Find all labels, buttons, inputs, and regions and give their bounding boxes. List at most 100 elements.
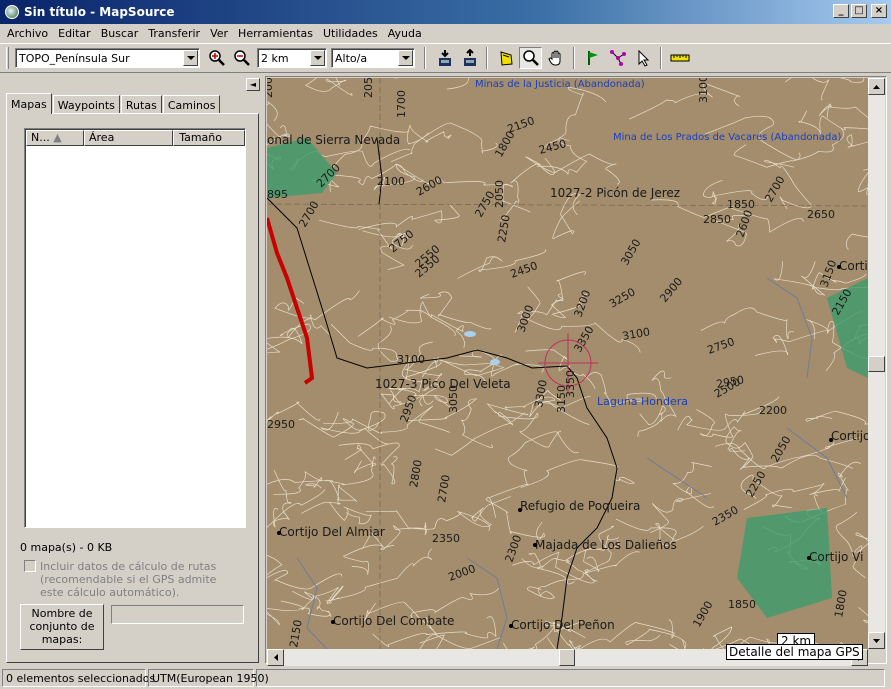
receive-from-device-button[interactable] xyxy=(432,47,455,69)
map-place-label: Corti xyxy=(839,259,868,273)
zoom-out-button[interactable] xyxy=(230,47,253,69)
zoom-level-value: 2 km xyxy=(261,51,289,65)
detail-select[interactable]: Alto/a xyxy=(331,48,415,68)
receive-from-device-icon xyxy=(438,50,451,66)
routing-data-label: Incluir datos de cálculo de rutas (recom… xyxy=(40,560,217,599)
elevation-label: 3350 xyxy=(564,370,577,398)
status-bar: 0 elementos seleccionados UTM(European 1… xyxy=(0,667,891,689)
ruler-icon xyxy=(670,54,689,62)
select-tool-button[interactable] xyxy=(631,47,654,69)
map-place-label: Majada de Los Dalieños xyxy=(535,538,677,552)
menu-editar[interactable]: Editar xyxy=(53,27,96,40)
elevation-label: 1700 xyxy=(395,90,408,118)
panel-tabs: Mapas Waypoints Rutas Caminos xyxy=(6,93,221,114)
elevation-label: 2100 xyxy=(377,175,405,188)
routing-data-checkbox[interactable] xyxy=(24,560,36,572)
hand-icon xyxy=(547,50,560,66)
menu-ver[interactable]: Ver xyxy=(205,27,233,40)
magnifier-icon xyxy=(522,50,539,66)
map-place-label: Cortijo Del Peñon xyxy=(511,618,615,632)
elevation-label: 895 xyxy=(267,188,288,201)
chevron-down-icon[interactable] xyxy=(183,50,198,66)
menu-bar: Archivo Editar Buscar Transferir Ver Her… xyxy=(0,24,891,42)
map-vertical-scrollbar[interactable] xyxy=(868,78,885,649)
toolbar-separator xyxy=(660,47,662,69)
map-place-label: Cortijo xyxy=(831,429,868,443)
map-place-label: onal de Sierra Nevada xyxy=(267,133,400,147)
menu-utilidades[interactable]: Utilidades xyxy=(318,27,383,40)
map-place-label: Mina de Los Prados de Vacares (Abandonad… xyxy=(613,132,841,143)
map-place-label: 1027-2 Picón de Jerez xyxy=(550,186,680,200)
scroll-up-button[interactable] xyxy=(868,78,885,95)
arrow-down-icon xyxy=(873,638,880,643)
close-button[interactable]: × xyxy=(871,4,887,18)
menu-transferir[interactable]: Transferir xyxy=(143,27,205,40)
map-tool-icon xyxy=(499,51,513,66)
toolbar-separator xyxy=(486,47,488,69)
selection-status: 0 elementos seleccionados xyxy=(2,669,155,687)
panel-collapse-button[interactable]: ◄ xyxy=(246,78,260,91)
column-header-name[interactable]: N... ▲ xyxy=(26,130,84,146)
flag-icon xyxy=(587,51,598,65)
arrow-up-icon xyxy=(873,84,880,89)
toolbar-grip[interactable] xyxy=(6,47,9,69)
map-product-select[interactable]: TOPO_Península Sur xyxy=(15,48,200,68)
column-header-area[interactable]: Área xyxy=(84,130,173,146)
toolbar-separator xyxy=(573,47,575,69)
elevation-label: 1850 xyxy=(728,598,756,611)
elevation-label: 2650 xyxy=(807,208,835,221)
elevation-label: 2000 xyxy=(267,78,275,98)
zoom-tool-button[interactable] xyxy=(519,47,542,69)
map-view[interactable]: Minas de la Justicia (Abandonada) Mina de… xyxy=(265,76,887,666)
set-name-button[interactable]: Nombre de conjunto de mapas: xyxy=(20,604,104,650)
tab-rutas[interactable]: Rutas xyxy=(120,95,162,114)
horizontal-scroll-thumb[interactable] xyxy=(559,649,575,666)
vertical-scroll-thumb[interactable] xyxy=(868,356,885,372)
tab-waypoints[interactable]: Waypoints xyxy=(52,95,120,114)
arrow-left-icon xyxy=(273,654,278,661)
menu-buscar[interactable]: Buscar xyxy=(96,27,144,40)
elevation-label: 2350 xyxy=(432,532,460,545)
tab-mapas[interactable]: Mapas xyxy=(6,93,52,114)
zoom-level-select[interactable]: 2 km xyxy=(257,48,327,68)
map-place-label: Laguna Hondera xyxy=(597,395,688,408)
elevation-label: 2050 xyxy=(362,78,375,98)
menu-archivo[interactable]: Archivo xyxy=(2,27,53,40)
minimize-button[interactable]: _ xyxy=(833,4,849,18)
map-place-label: Cortijo Vi xyxy=(809,550,863,564)
chevron-down-icon[interactable] xyxy=(398,50,413,66)
map-tool-button[interactable] xyxy=(494,47,517,69)
scroll-left-button[interactable] xyxy=(267,649,284,666)
elevation-label: 3100 xyxy=(697,78,710,103)
column-header-size[interactable]: Tamaño xyxy=(173,130,245,146)
maps-list[interactable]: N... ▲ Área Tamaño xyxy=(24,128,246,528)
maximize-button[interactable]: □ xyxy=(851,4,867,18)
topographic-map: Minas de la Justicia (Abandonada) Mina de… xyxy=(267,78,868,649)
hand-tool-button[interactable] xyxy=(544,47,567,69)
menu-herramientas[interactable]: Herramientas xyxy=(233,27,318,40)
measure-tool-button[interactable] xyxy=(668,47,691,69)
menu-ayuda[interactable]: Ayuda xyxy=(383,27,427,40)
map-canvas[interactable]: Minas de la Justicia (Abandonada) Mina de… xyxy=(267,78,868,649)
maps-summary: 0 mapa(s) - 0 KB xyxy=(20,541,113,554)
map-place-label: Cortijo Del Combate xyxy=(333,614,454,628)
datum-status: UTM(European 1950) xyxy=(148,669,269,687)
scroll-down-button[interactable] xyxy=(868,632,885,649)
tab-caminos[interactable]: Caminos xyxy=(162,95,221,114)
elevation-label: 2850 xyxy=(703,213,731,226)
map-place-label: Cortijo Del Almiar xyxy=(279,525,385,539)
waypoint-tool-button[interactable] xyxy=(581,47,604,69)
set-name-field[interactable] xyxy=(111,605,244,624)
elevation-label: 2200 xyxy=(759,404,787,417)
zoom-in-icon xyxy=(208,50,225,66)
elevation-label: 2950 xyxy=(267,418,295,431)
toolbar: TOPO_Península Sur 2 km Alto/a xyxy=(0,43,891,73)
zoom-out-icon xyxy=(233,50,250,66)
window-title: Sin título - MapSource xyxy=(24,5,175,19)
map-place-label: Minas de la Justicia (Abandonada) xyxy=(475,79,645,90)
chevron-down-icon[interactable] xyxy=(310,50,325,66)
elevation-label: 1850 xyxy=(727,198,755,211)
route-tool-button[interactable] xyxy=(606,47,629,69)
zoom-in-button[interactable] xyxy=(205,47,228,69)
send-to-device-button[interactable] xyxy=(457,47,480,69)
